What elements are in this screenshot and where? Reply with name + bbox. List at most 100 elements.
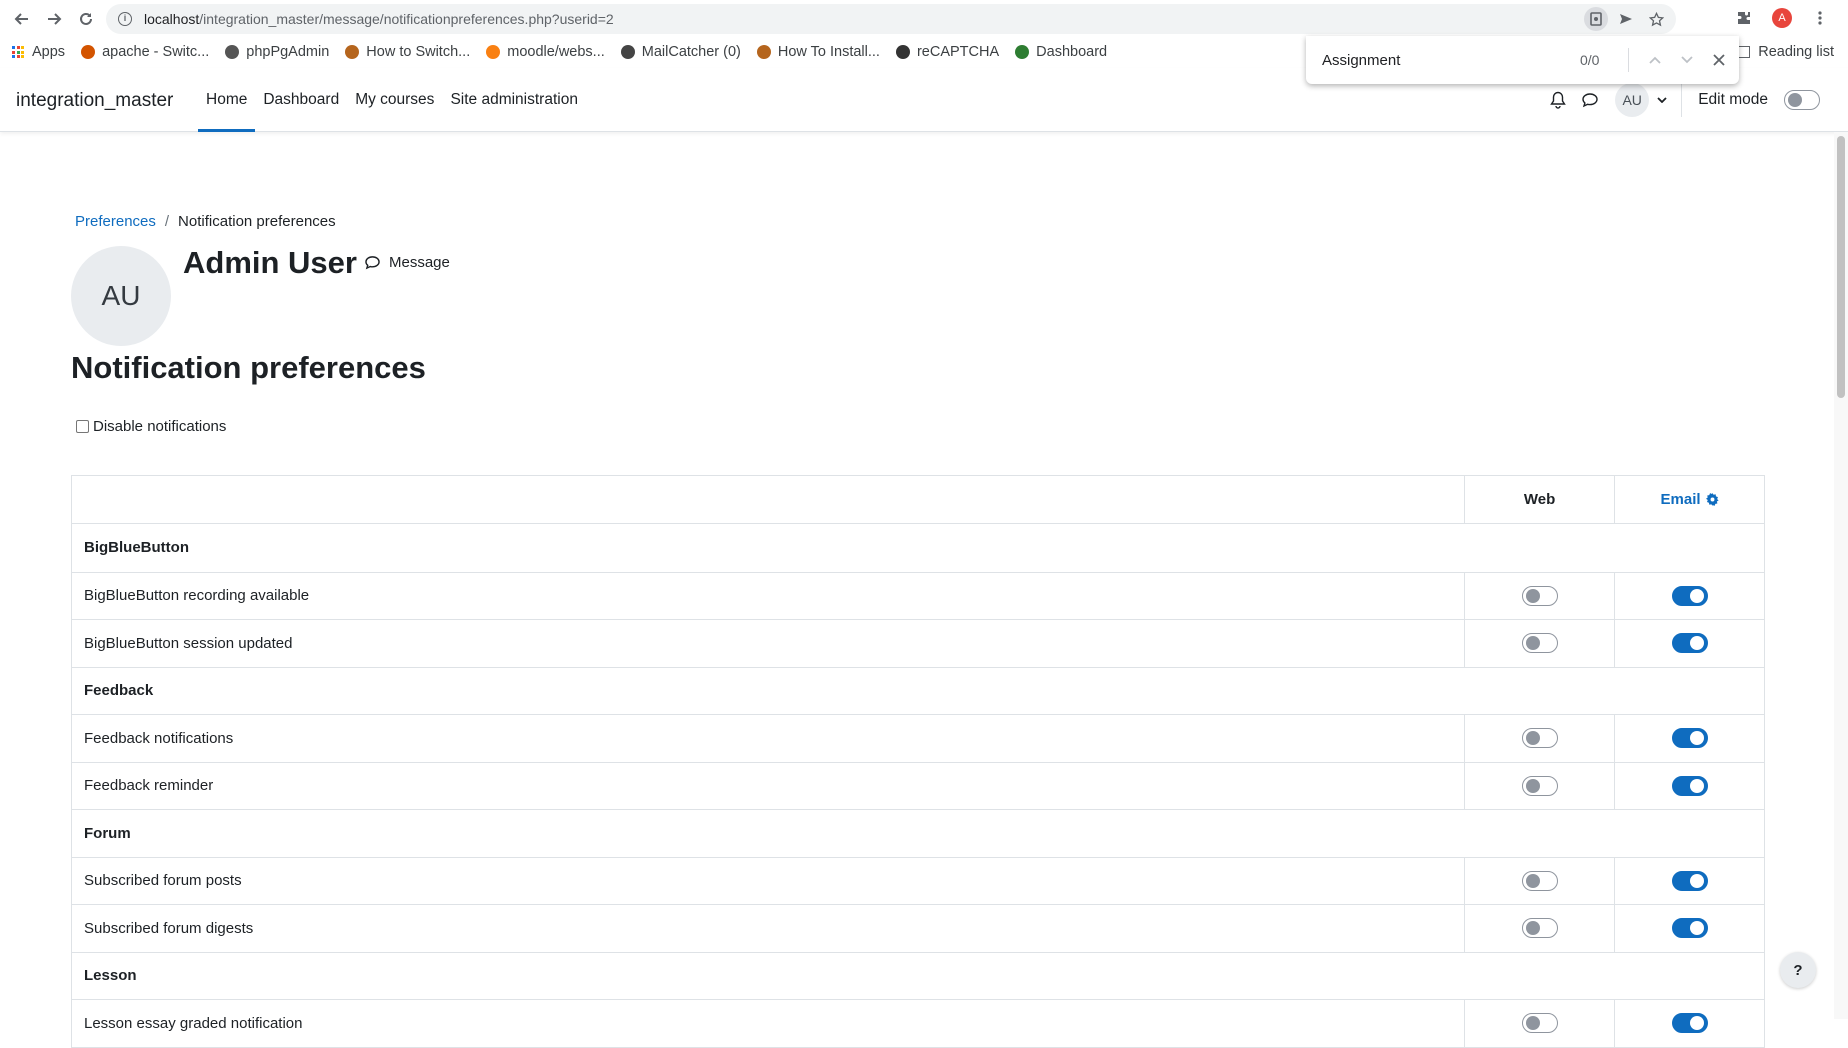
browser-toolbar: i localhost/integration_master/message/n… [0, 0, 1848, 38]
disable-notifications-checkbox[interactable] [76, 420, 89, 433]
email-toggle[interactable] [1671, 870, 1708, 891]
extensions-icon[interactable] [1730, 4, 1758, 32]
disable-notifications-label[interactable]: Disable notifications [93, 418, 226, 435]
notification-label: Feedback notifications [84, 729, 234, 747]
nav-item-my-courses[interactable]: My courses [347, 68, 442, 132]
scrollbar-thumb[interactable] [1837, 136, 1845, 398]
web-toggle[interactable] [1521, 633, 1558, 654]
component-group-label: BigBlueButton [84, 539, 189, 557]
notification-label: Subscribed forum digests [84, 919, 254, 937]
table-header-email[interactable]: Email [1614, 476, 1764, 523]
email-cell [1614, 1000, 1764, 1047]
table-row: Feedback notifications [72, 714, 1764, 762]
web-cell [1464, 857, 1614, 904]
messages-drawer-icon[interactable] [1575, 85, 1605, 115]
bookmark-label: phpPgAdmin [246, 44, 330, 60]
bookmark-item[interactable]: How to Switch... [345, 44, 470, 60]
bookmark-item[interactable]: reCAPTCHA [895, 44, 1000, 60]
email-toggle[interactable] [1671, 633, 1708, 654]
bookmark-favicon [1015, 45, 1030, 59]
bookmark-label: moodle/webs... [507, 44, 605, 60]
breadcrumb-link-preferences[interactable]: Preferences [75, 213, 156, 230]
user-profile-avatar[interactable]: AU [71, 246, 171, 346]
bookmark-favicon [756, 45, 771, 59]
send-icon[interactable] [1614, 7, 1638, 31]
email-toggle[interactable] [1671, 728, 1708, 749]
web-toggle[interactable] [1521, 870, 1558, 891]
component-group-row: Lesson [72, 951, 1764, 1000]
edit-mode-toggle[interactable] [1784, 90, 1820, 110]
web-toggle[interactable] [1521, 775, 1558, 796]
table-row: BigBlueButton session updated [72, 619, 1764, 667]
notification-label: BigBlueButton recording available [84, 587, 310, 605]
bookmark-label: reCAPTCHA [916, 44, 1000, 60]
forward-icon[interactable] [38, 3, 70, 35]
notifications-bell-icon[interactable] [1543, 85, 1573, 115]
find-close-icon[interactable] [1703, 44, 1735, 76]
nav-item-site-administration[interactable]: Site administration [442, 68, 586, 132]
bookmark-favicon [486, 45, 501, 59]
bookmark-item[interactable]: How To Install... [756, 44, 880, 60]
nav-item-home[interactable]: Home [198, 68, 256, 132]
find-previous-icon[interactable] [1639, 44, 1671, 76]
web-toggle[interactable] [1521, 918, 1558, 939]
find-in-page-icon[interactable] [1584, 7, 1608, 31]
bookmark-item[interactable]: moodle/webs... [486, 44, 605, 60]
table-row: Subscribed forum digests [72, 904, 1764, 952]
email-toggle[interactable] [1671, 918, 1708, 939]
find-divider [1628, 48, 1629, 72]
email-cell [1614, 572, 1764, 619]
browser-menu-icon[interactable] [1806, 4, 1834, 32]
breadcrumb-current: Notification preferences [178, 213, 336, 230]
email-cell [1614, 715, 1764, 762]
page-title: Notification preferences [71, 350, 426, 385]
table-row: Lesson essay graded notification [72, 999, 1764, 1047]
table-row: Feedback reminder [72, 761, 1764, 809]
component-group-label: Feedback [84, 682, 154, 700]
bookmark-label: Apps [32, 44, 66, 60]
web-toggle[interactable] [1521, 585, 1558, 606]
site-info-icon[interactable]: i [118, 12, 132, 26]
bookmark-item[interactable]: Apps [12, 44, 65, 60]
bookmark-item[interactable]: phpPgAdmin [225, 44, 329, 60]
profile-avatar-icon[interactable]: A [1768, 4, 1796, 32]
reading-list-button[interactable]: Reading list [1738, 38, 1834, 66]
page-scrollbar[interactable] [1834, 132, 1848, 1019]
bookmark-item[interactable]: MailCatcher (0) [620, 44, 741, 60]
bookmark-star-icon[interactable] [1644, 7, 1668, 31]
bookmark-favicon [345, 45, 360, 59]
notification-label: BigBlueButton session updated [84, 634, 293, 652]
email-toggle[interactable] [1671, 775, 1708, 796]
bookmark-favicon [895, 45, 910, 59]
email-toggle[interactable] [1671, 585, 1708, 606]
user-menu[interactable]: AU [1615, 83, 1667, 117]
address-bar[interactable]: i localhost/integration_master/message/n… [106, 4, 1676, 34]
reload-icon[interactable] [70, 3, 102, 35]
bookmark-label: How to Switch... [366, 44, 471, 60]
message-button[interactable]: Message [364, 254, 450, 271]
nav-item-dashboard[interactable]: Dashboard [255, 68, 347, 132]
web-cell [1464, 762, 1614, 809]
bookmark-item[interactable]: apache - Switc... [81, 44, 209, 60]
bookmark-label: MailCatcher (0) [641, 44, 741, 60]
disable-notifications-option: Disable notifications [76, 418, 226, 435]
table-row: BigBlueButton recording available [72, 571, 1764, 619]
notification-preferences-table: Web Email BigBlueButton BigBlueButton rec… [71, 475, 1765, 1048]
web-toggle[interactable] [1521, 1013, 1558, 1034]
bookmark-item[interactable]: Dashboard [1015, 44, 1107, 60]
user-avatar: AU [1615, 83, 1650, 117]
email-settings-gear-icon[interactable] [1705, 493, 1719, 506]
component-group-row: Forum [72, 809, 1764, 857]
navbar-divider [1681, 83, 1683, 117]
email-toggle[interactable] [1671, 1013, 1708, 1034]
find-next-icon[interactable] [1671, 44, 1703, 76]
web-cell [1464, 905, 1614, 952]
web-toggle[interactable] [1521, 728, 1558, 749]
bookmark-favicon [225, 45, 240, 59]
find-input[interactable] [1322, 51, 1572, 69]
help-button[interactable]: ? [1780, 952, 1816, 988]
find-match-count: 0/0 [1580, 52, 1600, 68]
back-icon[interactable] [6, 3, 38, 35]
email-cell [1614, 762, 1764, 809]
site-name[interactable]: integration_master [16, 90, 173, 112]
